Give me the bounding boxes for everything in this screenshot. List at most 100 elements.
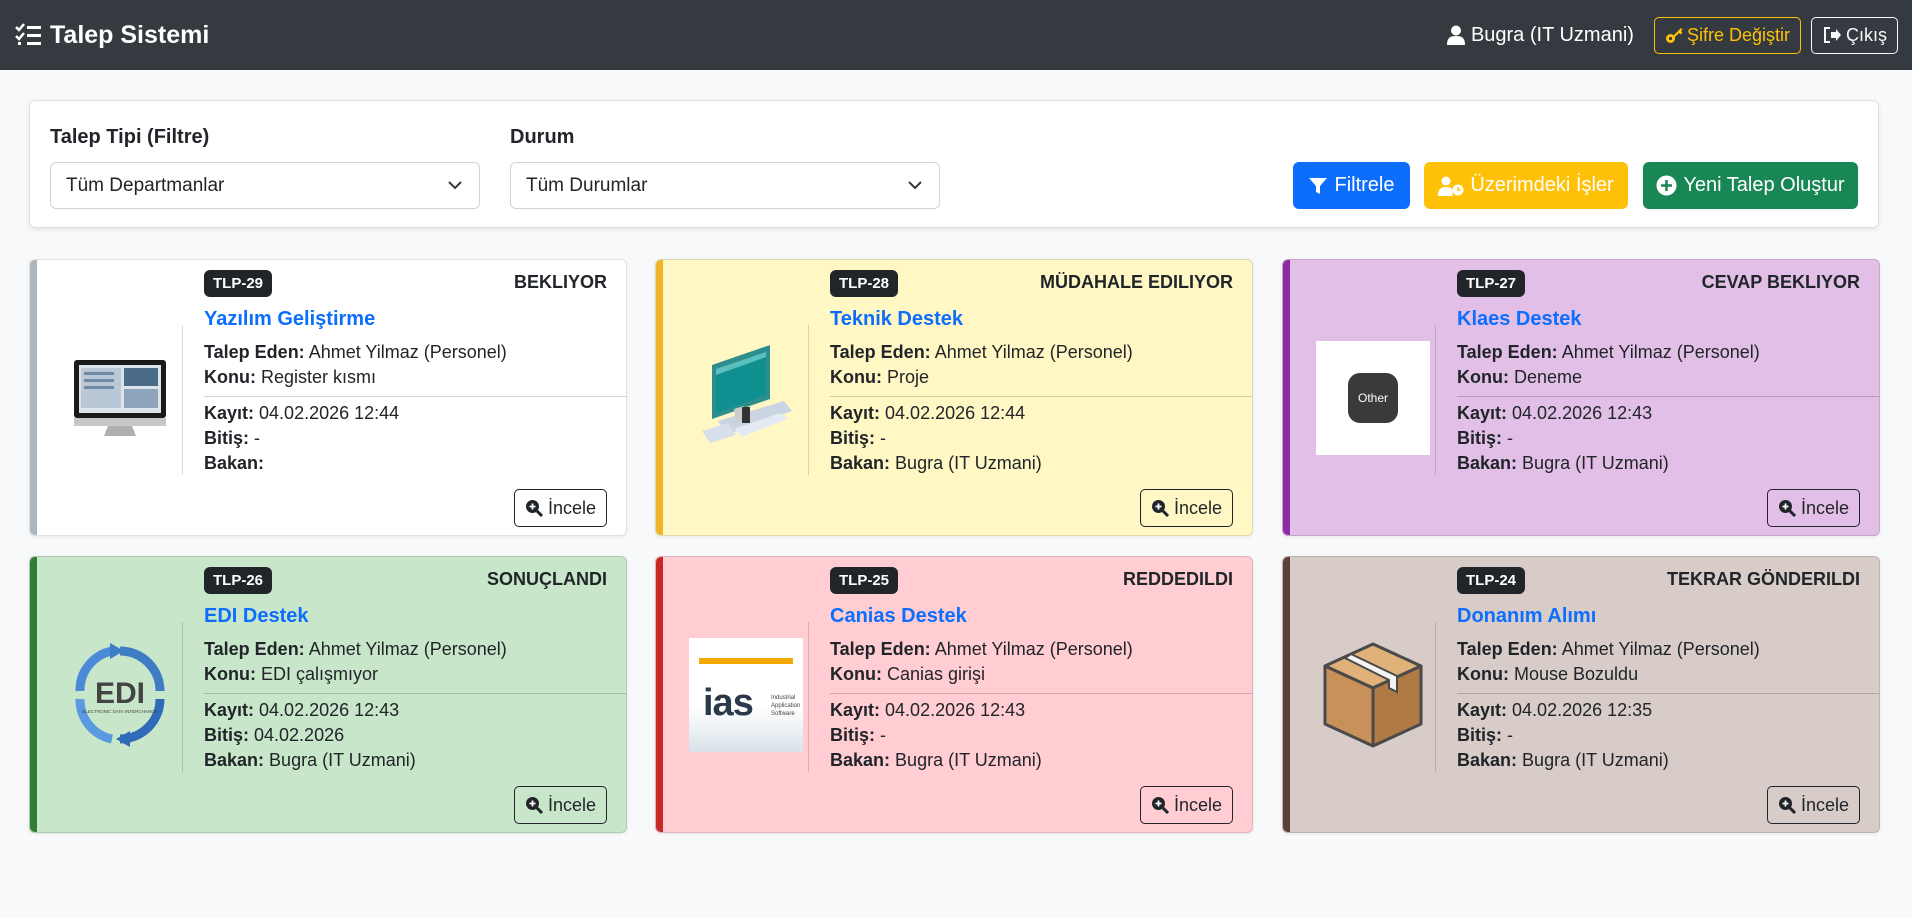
inspect-button[interactable]: İncele [1766, 489, 1860, 527]
finished-value: 04.02.2026 [254, 725, 345, 745]
created-line: Kayıt: 04.02.2026 12:43 [830, 700, 1025, 721]
inspect-button[interactable]: İncele [513, 786, 607, 824]
brand[interactable]: Talep Sistemi [14, 21, 209, 50]
ticket-code: TLP-26 [204, 567, 273, 594]
user-clock-icon [1438, 176, 1464, 196]
finished-line: Bitiş: - [830, 428, 886, 449]
created-value: 04.02.2026 12:35 [1512, 700, 1653, 720]
finished-label: Bitiş: [204, 725, 249, 745]
inspect-button[interactable]: İncele [1766, 786, 1860, 824]
my-tasks-label: Üzerimdeki İşler [1470, 174, 1614, 196]
zoom-in-icon [1151, 500, 1169, 517]
my-tasks-button[interactable]: Üzerimdeki İşler [1424, 162, 1628, 209]
ticket-code: TLP-25 [830, 567, 899, 594]
ticket-code: TLP-27 [1457, 270, 1526, 297]
ias-icon: ias Industrial Application Software [688, 637, 804, 753]
top-navbar: Talep Sistemi Bugra (IT Uzmani) Şifre De… [0, 0, 1912, 70]
handler-value: Bugra (IT Uzmani) [269, 750, 416, 770]
filter-button[interactable]: Filtrele [1293, 162, 1410, 209]
subject-value: Proje [887, 367, 930, 387]
other-tile: Other [1316, 341, 1430, 455]
zoom-in-icon [525, 500, 543, 517]
created-line: Kayıt: 04.02.2026 12:35 [1457, 700, 1652, 721]
requester-line: Talep Eden: Ahmet Yilmaz (Personel) [204, 342, 507, 363]
handler-label: Bakan: [830, 453, 891, 473]
finished-label: Bitiş: [204, 428, 249, 448]
inspect-button[interactable]: İncele [513, 489, 607, 527]
divider [204, 396, 626, 397]
subject-value: Mouse Bozuldu [1514, 664, 1639, 684]
divider [182, 622, 183, 772]
created-line: Kayıt: 04.02.2026 12:44 [830, 403, 1025, 424]
requester-line: Talep Eden: Ahmet Yilmaz (Personel) [830, 639, 1133, 660]
ias-tile: ias Industrial Application Software [689, 638, 803, 752]
logout-button[interactable]: Çıkış [1810, 16, 1898, 54]
subject-line: Konu: Proje [830, 367, 929, 388]
handler-label: Bakan: [204, 453, 265, 473]
handler-label: Bakan: [204, 750, 265, 770]
status-accent-bar [656, 557, 663, 832]
created-label: Kayıt: [204, 700, 255, 720]
finished-value: - [880, 725, 887, 745]
ias-sub1: Industrial [771, 695, 796, 701]
requester-label: Talep Eden: [830, 342, 931, 362]
change-password-label: Şifre Değiştir [1686, 24, 1790, 45]
inspect-button[interactable]: İncele [1139, 786, 1233, 824]
edi-sub: ELECTRONIC DATA INTERCHANGE [82, 709, 157, 714]
requester-label: Talep Eden: [204, 342, 305, 362]
ticket-status: SONUÇLANDI [487, 569, 607, 589]
subject-value: Canias girişi [887, 664, 986, 684]
subject-label: Konu: [204, 367, 256, 387]
zoom-in-icon [1778, 500, 1796, 517]
requester-value: Ahmet Yilmaz (Personel) [1561, 342, 1760, 362]
status-select[interactable]: Tüm Durumlar [510, 162, 940, 209]
finished-line: Bitiş: 04.02.2026 [204, 725, 344, 746]
ticket-status: REDDEDILDI [1122, 569, 1233, 589]
status-accent-bar [30, 260, 37, 535]
finished-label: Bitiş: [830, 428, 875, 448]
ticket-title[interactable]: Klaes Destek [1457, 308, 1582, 331]
edi-icon: EDI ELECTRONIC DATA INTERCHANGE [62, 637, 178, 753]
ticket-status: TEKRAR GÖNDERILDI [1667, 569, 1860, 589]
inspect-label: İncele [1173, 497, 1222, 518]
request-type-value: Tüm Departmanlar [66, 174, 225, 196]
ticket-title[interactable]: EDI Destek [204, 605, 309, 628]
ticket-title[interactable]: Donanım Alımı [1457, 605, 1596, 628]
ticket-card-tlp-24: TLP-24 TEKRAR GÖNDERILDI Donanım Alımı T… [1282, 556, 1880, 833]
subject-line: Konu: Mouse Bozuldu [1457, 664, 1638, 685]
request-type-label: Talep Tipi (Filtre) [50, 126, 210, 148]
change-password-button[interactable]: Şifre Değiştir [1653, 16, 1801, 54]
ticket-title[interactable]: Teknik Destek [830, 308, 963, 331]
ticket-title[interactable]: Yazılım Geliştirme [204, 308, 375, 331]
created-value: 04.02.2026 12:43 [259, 700, 400, 720]
zoom-in-icon [1151, 797, 1169, 814]
requester-line: Talep Eden: Ahmet Yilmaz (Personel) [1457, 639, 1760, 660]
handler-line: Bakan: Bugra (IT Uzmani) [1457, 750, 1669, 771]
created-value: 04.02.2026 12:43 [885, 700, 1026, 720]
ticket-code: TLP-28 [830, 270, 899, 297]
created-label: Kayıt: [1457, 700, 1508, 720]
key-icon [1665, 28, 1683, 43]
inspect-label: İncele [547, 497, 596, 518]
filter-panel: Talep Tipi (Filtre) Tüm Departmanlar Dur… [29, 100, 1879, 228]
handler-value: Bugra (IT Uzmani) [1522, 453, 1669, 473]
status-label: Durum [510, 126, 575, 148]
ticket-title[interactable]: Canias Destek [830, 605, 967, 628]
logout-icon [1823, 27, 1841, 43]
request-type-select[interactable]: Tüm Departmanlar [50, 162, 480, 209]
created-label: Kayıt: [830, 403, 881, 423]
inspect-button[interactable]: İncele [1139, 489, 1233, 527]
subject-line: Konu: EDI çalışmıyor [204, 664, 378, 685]
new-request-button[interactable]: Yeni Talep Oluştur [1643, 162, 1858, 209]
ticket-code: TLP-24 [1457, 567, 1526, 594]
subject-value: Deneme [1514, 367, 1583, 387]
chevron-down-icon [908, 181, 922, 190]
finished-value: - [880, 428, 887, 448]
inspect-label: İncele [1800, 794, 1849, 815]
subject-label: Konu: [1457, 664, 1509, 684]
ias-sub3: Software [771, 711, 795, 717]
inspect-label: İncele [1173, 794, 1222, 815]
finished-line: Bitiş: - [204, 428, 260, 449]
divider [808, 622, 809, 772]
subject-line: Konu: Deneme [1457, 367, 1582, 388]
